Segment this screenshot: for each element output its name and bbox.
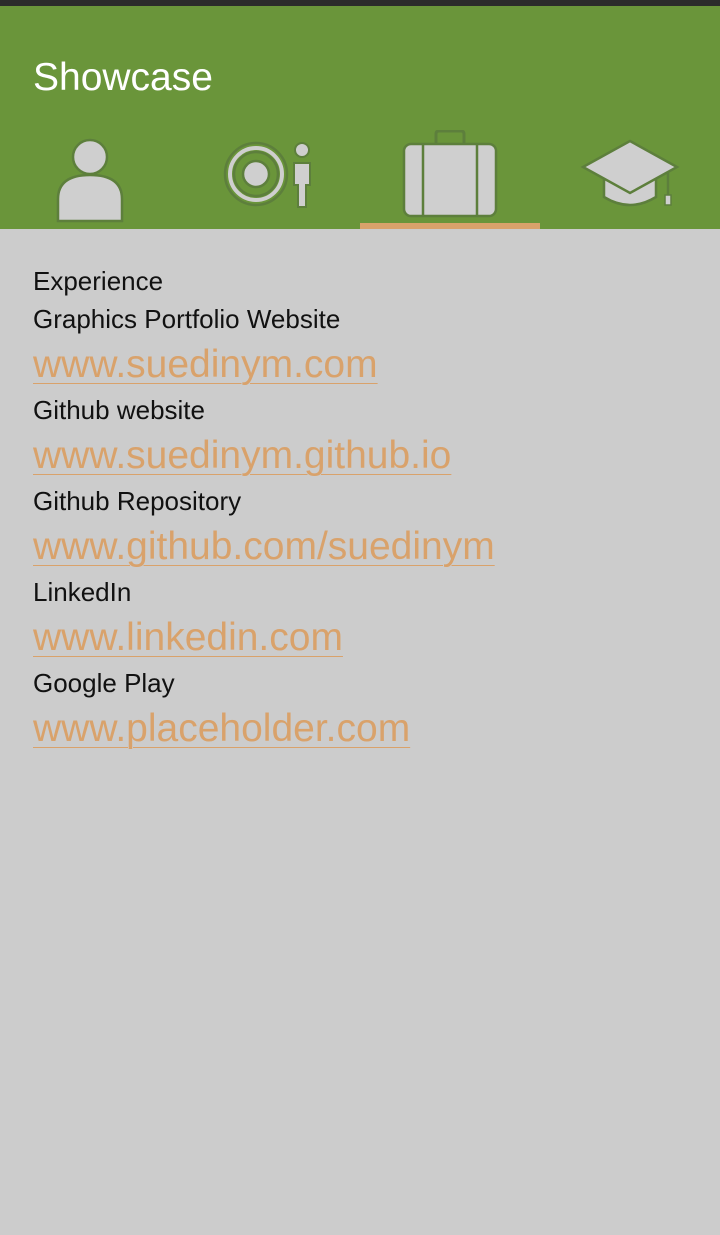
entry-link[interactable]: www.suedinym.com xyxy=(33,338,693,391)
experience-content: Experience Graphics Portfolio Website ww… xyxy=(33,262,693,755)
app-title: Showcase xyxy=(33,56,213,99)
entry-label: Github Repository xyxy=(33,486,242,516)
entry-label: Google Play xyxy=(33,668,175,698)
person-icon xyxy=(54,133,126,223)
tab-profile[interactable] xyxy=(0,120,180,223)
entry-link[interactable]: www.suedinym.github.io xyxy=(33,429,693,482)
graduation-cap-icon xyxy=(580,139,680,223)
list-item: Github Repository www.github.com/suediny… xyxy=(33,482,693,573)
list-item: Google Play www.placeholder.com xyxy=(33,664,693,755)
entry-label: Graphics Portfolio Website xyxy=(33,304,341,334)
section-heading: Experience xyxy=(33,266,164,296)
entry-link[interactable]: www.linkedin.com xyxy=(33,611,693,664)
entry-label: LinkedIn xyxy=(33,577,132,607)
tab-bar xyxy=(0,120,720,223)
tab-education[interactable] xyxy=(540,120,720,223)
selected-tab-indicator xyxy=(360,223,540,229)
entry-label: Github website xyxy=(33,395,205,425)
target-person-icon xyxy=(220,141,320,223)
tab-experience[interactable] xyxy=(360,120,540,223)
list-item: Graphics Portfolio Website www.suedinym.… xyxy=(33,300,693,391)
list-item: Github website www.suedinym.github.io xyxy=(33,391,693,482)
briefcase-icon xyxy=(401,130,499,223)
entry-link[interactable]: www.placeholder.com xyxy=(33,702,693,755)
tab-interests[interactable] xyxy=(180,120,360,223)
list-item: LinkedIn www.linkedin.com xyxy=(33,573,693,664)
entry-link[interactable]: www.github.com/suedinym xyxy=(33,520,693,573)
